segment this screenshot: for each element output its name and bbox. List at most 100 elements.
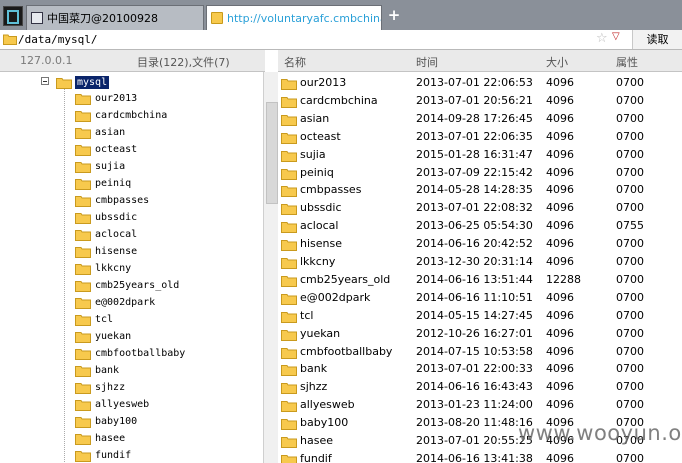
file-size: 4096 [546,308,574,322]
tree-item[interactable]: octeast [75,141,137,158]
tree-item[interactable]: cmb25years_old [75,277,179,294]
table-row[interactable]: asian 2014-09-28 17:26:45 4096 0700 [278,110,682,128]
table-row[interactable]: fundif 2014-06-16 13:41:38 4096 0700 [278,450,682,463]
tree-item-label: bank [95,365,120,376]
tree-item[interactable]: ubssdic [75,209,137,226]
file-time: 2013-07-01 22:06:35 [416,129,533,143]
table-row[interactable]: e@002dpark 2014-06-16 11:10:51 4096 0700 [278,289,682,307]
tree-item[interactable]: allyesweb [75,396,149,413]
file-name: octeast [300,129,341,143]
tree-root-mysql[interactable]: mysql [56,74,110,90]
table-row[interactable]: aclocal 2013-06-25 05:54:30 4096 0755 [278,217,682,235]
tree-item[interactable]: peiniq [75,175,131,192]
table-row[interactable]: allyesweb 2013-01-23 11:24:00 4096 0700 [278,396,682,414]
chevron-down-icon[interactable]: ▽ [612,31,620,42]
tree-item[interactable]: lkkcny [75,260,131,277]
tree-item[interactable]: baby100 [75,413,137,430]
tree-item-label: allyesweb [95,399,150,410]
window-icon [31,12,43,24]
table-row[interactable]: peiniq 2013-07-09 22:15:42 4096 0700 [278,164,682,182]
tree-item[interactable]: bank [75,362,119,379]
file-time: 2013-07-01 22:06:53 [416,76,533,89]
file-size: 4096 [546,129,574,143]
table-row[interactable]: our2013 2013-07-01 22:06:53 4096 0700 [278,74,682,92]
path-input[interactable] [18,31,588,47]
tree-item[interactable]: our2013 [75,90,137,107]
folder-icon [75,330,91,343]
table-row[interactable]: hisense 2014-06-16 20:42:52 4096 0700 [278,235,682,253]
file-time: 2013-07-01 20:56:21 [416,93,533,107]
tree-item[interactable]: sujia [75,158,125,175]
table-row[interactable]: yuekan 2012-10-26 16:27:01 4096 0700 [278,325,682,343]
table-row[interactable]: cardcmbchina 2013-07-01 20:56:21 4096 0700 [278,92,682,110]
folder-icon [75,313,91,326]
app-icon[interactable] [3,6,23,26]
folder-icon [281,149,297,162]
tree-item-label: sjhzz [95,382,126,393]
tab-target-site[interactable]: http://voluntaryafc.cmbchina.... [206,5,382,30]
tree-item[interactable]: sjhzz [75,379,125,396]
folder-icon [75,415,91,428]
tree-item[interactable]: cmbpasses [75,192,149,209]
table-row[interactable]: bank 2013-07-01 22:00:33 4096 0700 [278,360,682,378]
file-perm: 0700 [616,362,644,376]
file-perm: 0700 [616,93,644,107]
folder-icon [281,363,297,377]
collapse-icon[interactable] [41,77,49,85]
table-row[interactable]: sujia 2015-01-28 16:31:47 4096 0700 [278,146,682,164]
file-perm: 0700 [616,147,644,161]
tree-item[interactable]: asian [75,124,125,141]
table-row[interactable]: sjhzz 2014-06-16 16:43:43 4096 0700 [278,378,682,396]
tree-item[interactable]: aclocal [75,226,137,243]
table-row[interactable]: octeast 2013-07-01 22:06:35 4096 0700 [278,128,682,146]
tree-item-label: fundif [95,450,132,461]
tree-item[interactable]: fundif [75,447,131,463]
tree-item-label: cmbfootballbaby [95,348,186,359]
tree-scrollbar[interactable] [263,72,278,463]
column-time[interactable]: 时间 [416,54,438,70]
star-icon[interactable]: ☆ [596,31,608,46]
table-row[interactable]: cmb25years_old 2014-06-16 13:51:44 12288 07… [278,271,682,289]
file-time: 2014-06-16 11:10:51 [416,290,533,304]
file-perm: 0700 [616,344,644,358]
file-perm: 0700 [616,165,644,179]
folder-icon [75,92,91,105]
file-time: 2014-07-15 10:53:58 [416,344,533,358]
folder-icon [281,292,297,305]
folder-icon [75,296,91,309]
column-size[interactable]: 大小 [546,54,568,70]
tree-item[interactable]: tcl [75,311,113,328]
table-row[interactable]: ubssdic 2013-07-01 22:08:32 4096 0700 [278,199,682,217]
tree-item[interactable]: e@002dpark [75,294,155,311]
file-time: 2014-09-28 17:26:45 [416,111,533,125]
tree-item[interactable]: hasee [75,430,125,447]
column-name[interactable]: 名称 [284,54,306,70]
folder-icon [281,113,297,126]
scrollbar-thumb[interactable] [266,102,278,204]
tree-item[interactable]: cardcmbchina [75,107,167,124]
tree-item[interactable]: yuekan [75,328,131,345]
tree-item-label: ubssdic [95,212,138,223]
tree-guide-line [64,88,65,463]
column-perm[interactable]: 属性 [616,54,638,70]
file-time: 2013-06-25 05:54:30 [416,219,533,233]
folder-icon [75,262,91,275]
folder-icon [281,417,297,431]
tree-item[interactable]: hisense [75,243,137,260]
tree-item[interactable]: cmbfootballbaby [75,345,185,362]
folder-icon [75,126,91,139]
file-perm: 0700 [616,76,644,89]
read-button[interactable]: 读取 [632,30,682,49]
tree-item-label: cardcmbchina [95,110,168,121]
file-time: 2013-07-01 22:00:33 [416,362,533,376]
file-perm: 0700 [616,129,644,143]
folder-icon [75,194,91,207]
folder-icon [281,274,297,287]
table-row[interactable]: lkkcny 2013-12-30 20:31:14 4096 0700 [278,253,682,271]
table-row[interactable]: cmbfootballbaby 2014-07-15 10:53:58 4096 07… [278,343,682,361]
table-row[interactable]: cmbpasses 2014-05-28 14:28:35 4096 0700 [278,181,682,199]
tab-caidao[interactable]: 中国菜刀@20100928 [26,5,204,30]
table-row[interactable]: tcl 2014-05-15 14:27:45 4096 0700 [278,307,682,325]
new-tab-button[interactable]: + [386,7,402,23]
file-time: 2013-08-20 11:48:16 [416,416,533,430]
